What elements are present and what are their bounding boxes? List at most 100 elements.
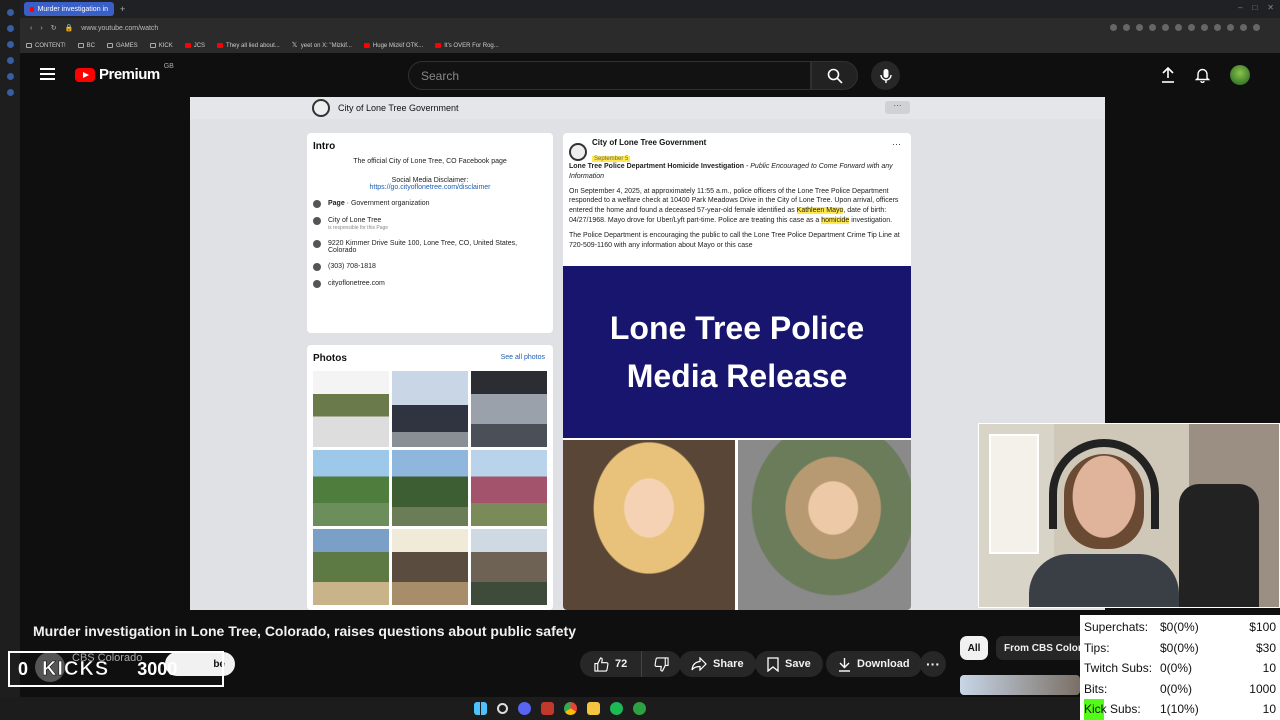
youtube-icon — [217, 43, 224, 48]
webcam-background-window — [989, 434, 1039, 554]
youtube-logo[interactable]: Premium GB — [75, 63, 174, 83]
url-text[interactable]: www.youtube.com/watch — [81, 25, 158, 32]
xbox-icon[interactable] — [633, 702, 646, 715]
app-icon[interactable] — [6, 25, 14, 32]
notifications-bell-icon[interactable] — [1195, 67, 1210, 83]
app-icon[interactable] — [6, 41, 14, 48]
file-explorer-icon[interactable] — [587, 702, 600, 715]
extension-icon[interactable] — [1240, 24, 1247, 31]
maximize-icon[interactable]: □ — [1252, 3, 1257, 12]
kicks-count: 0 — [18, 658, 29, 679]
bookmark-link[interactable]: JCS — [184, 43, 205, 49]
search-icon[interactable] — [497, 703, 508, 714]
new-tab-icon[interactable]: + — [120, 4, 125, 14]
discord-icon[interactable] — [518, 702, 531, 715]
lock-icon: 🔒 — [64, 25, 74, 32]
folder-icon — [149, 43, 156, 48]
bookmark-link[interactable]: 𝕏yeet on X: "Mizkif... — [291, 42, 352, 49]
share-arrow-icon — [691, 657, 707, 671]
bookmark-link[interactable]: They all lied about... — [217, 43, 280, 49]
browser-tab-bar: Murder investigation in + – □ ✕ — [20, 0, 1280, 18]
youtube-header: Premium GB Search — [20, 53, 1280, 97]
folder-icon — [107, 43, 114, 48]
chip-from-channel[interactable]: From CBS Colorado — [996, 636, 1086, 660]
folder-icon — [77, 43, 84, 48]
extension-icon[interactable] — [1188, 24, 1195, 31]
info-icon — [313, 200, 321, 208]
like-button[interactable]: 72 — [580, 651, 643, 677]
fb-page-bar: City of Lone Tree Government ··· — [190, 97, 1105, 119]
chip-all[interactable]: All — [960, 636, 988, 660]
bookmarks-bar: CONTENT! BC GAMES KICK JCS They all lied… — [20, 38, 1280, 53]
more-actions-icon[interactable]: ··· — [920, 651, 946, 677]
like-count: 72 — [615, 658, 628, 670]
photo-thumbnail — [313, 529, 389, 605]
post-header: City of Lone Tree Government September 5 — [569, 138, 706, 165]
extension-icon[interactable] — [1227, 24, 1234, 31]
youtube-favicon-icon — [30, 6, 34, 12]
extension-icon[interactable] — [1214, 24, 1221, 31]
upload-icon[interactable] — [1161, 67, 1175, 83]
windows-start-icon[interactable] — [474, 702, 487, 715]
header-actions — [1161, 65, 1250, 85]
search-button[interactable] — [811, 61, 858, 90]
extension-icon[interactable] — [1123, 24, 1130, 31]
streamer-webcam — [978, 423, 1280, 608]
extension-icon[interactable] — [1162, 24, 1169, 31]
app-icon[interactable] — [541, 702, 554, 715]
bookmark-folder[interactable]: BC — [77, 43, 95, 49]
account-avatar[interactable] — [1230, 65, 1250, 85]
disclaimer-label: Social Media Disclaimer: — [391, 177, 469, 184]
x-logo-icon: 𝕏 — [291, 42, 298, 49]
download-button[interactable]: Download — [826, 651, 922, 677]
search-icon — [827, 68, 843, 84]
video-player[interactable]: City of Lone Tree Government ··· Intro T… — [190, 97, 1105, 610]
youtube-icon — [184, 43, 191, 48]
city-seal-icon — [569, 142, 587, 161]
kicks-goal-overlay: 0 KICKS 3000 — [8, 651, 224, 687]
youtube-play-icon — [75, 67, 95, 82]
back-icon[interactable]: ‹ — [30, 25, 32, 32]
youtube-icon — [435, 43, 442, 48]
recommended-video-thumbnail[interactable] — [960, 675, 1080, 695]
save-button[interactable]: Save — [755, 651, 823, 677]
bookmark-link[interactable]: It's OVER For Rog... — [435, 43, 499, 49]
extensions-bar — [1110, 24, 1260, 31]
address-bar: ‹ › ↻ 🔒 www.youtube.com/watch — [20, 18, 1280, 38]
bookmark-folder[interactable]: GAMES — [107, 43, 138, 49]
extension-icon[interactable] — [1175, 24, 1182, 31]
bookmark-folder[interactable]: CONTENT! — [26, 43, 66, 49]
photo-thumbnail — [392, 450, 468, 526]
search-input[interactable]: Search — [408, 61, 811, 90]
extension-icon[interactable] — [1253, 24, 1260, 31]
app-icon[interactable] — [6, 89, 14, 96]
bookmark-folder[interactable]: KICK — [149, 43, 173, 49]
spotify-icon[interactable] — [610, 702, 623, 715]
photo-grid — [313, 371, 547, 605]
browser-tab[interactable]: Murder investigation in — [24, 2, 114, 16]
goal-row: Tips: $0(0%) $30 — [1084, 640, 1276, 655]
voice-search-button[interactable] — [871, 61, 900, 90]
app-icon[interactable] — [6, 57, 14, 64]
reload-icon[interactable]: ↻ — [51, 24, 57, 32]
os-sidebar — [0, 0, 20, 720]
bookmark-link[interactable]: Huge Mizkif OTK... — [363, 43, 423, 49]
dislike-button[interactable] — [642, 651, 682, 677]
extension-icon[interactable] — [1110, 24, 1117, 31]
extension-icon[interactable] — [1149, 24, 1156, 31]
share-button[interactable]: Share — [679, 651, 756, 677]
menu-icon[interactable] — [40, 68, 55, 80]
city-seal-icon — [312, 99, 330, 117]
victim-photo — [563, 440, 735, 610]
close-icon[interactable]: ✕ — [1267, 3, 1274, 12]
victim-name: Kathleen Mayo — [796, 207, 844, 215]
chrome-icon[interactable] — [564, 702, 577, 715]
app-icon[interactable] — [6, 9, 14, 16]
extension-icon[interactable] — [1136, 24, 1143, 31]
extension-icon[interactable] — [1201, 24, 1208, 31]
forward-icon[interactable]: › — [40, 25, 42, 32]
address-row: 9220 Kimmer Drive Suite 100, Lone Tree, … — [313, 240, 547, 254]
media-release-banner: Lone Tree Police Media Release — [563, 266, 911, 438]
minimize-icon[interactable]: – — [1238, 3, 1242, 12]
app-icon[interactable] — [6, 73, 14, 80]
